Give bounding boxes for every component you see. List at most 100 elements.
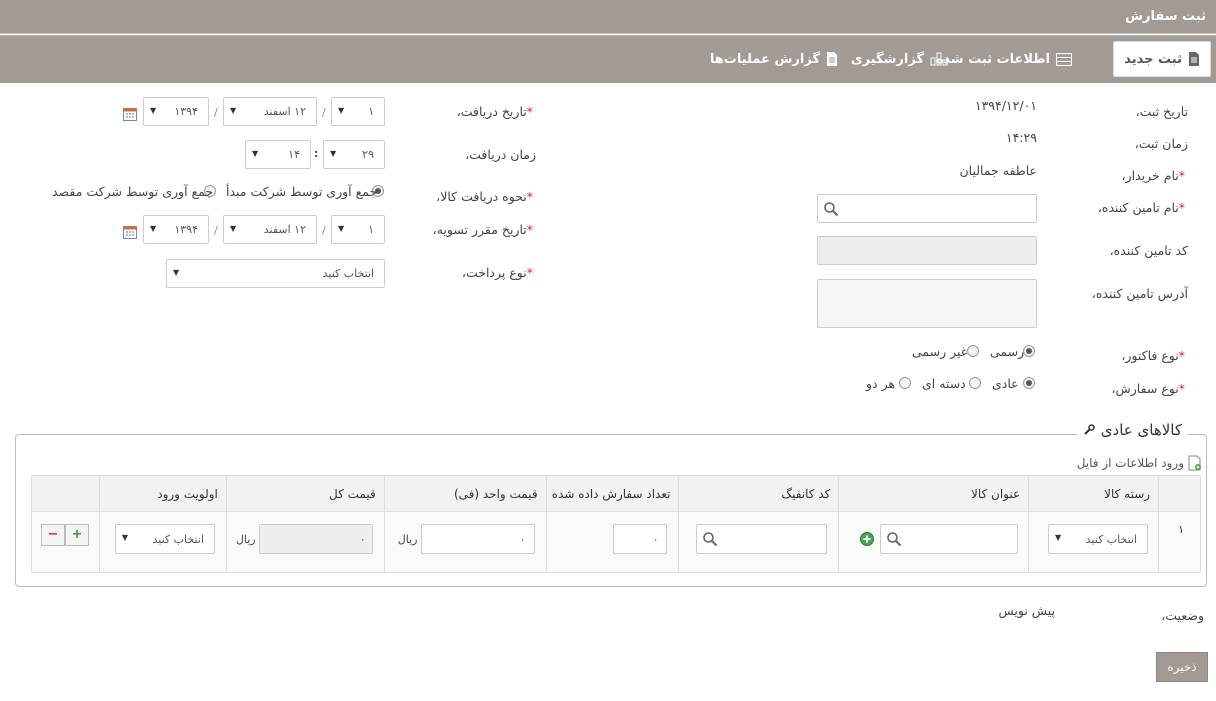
supplier-address-label: آدرس تامین کننده،	[1091, 286, 1188, 301]
total-price-field: ۰	[258, 524, 373, 554]
chevron-down-icon: ▼	[330, 149, 337, 158]
search-icon[interactable]	[823, 201, 839, 217]
invoice-unofficial-radio[interactable]	[967, 345, 979, 357]
receive-date-label: *تاریخ دریافت،	[457, 104, 536, 119]
calendar-icon[interactable]	[123, 225, 137, 239]
category-select[interactable]: انتخاب کنید ▼	[1048, 524, 1149, 554]
toolbar: ثبت جدید اطلاعات ثبت شده گزارشگیری گزارش…	[0, 35, 1216, 83]
config-cell	[678, 511, 840, 573]
required-mark: *	[1178, 168, 1185, 183]
date-separator: /	[322, 106, 326, 119]
chevron-down-icon: ▼	[150, 224, 157, 233]
new-order-button[interactable]: ثبت جدید	[1113, 41, 1211, 77]
receive-date-label-text: تاریخ دریافت،	[456, 104, 527, 119]
supplier-code-field	[817, 236, 1037, 265]
total-cell: ۰ ریال	[225, 511, 385, 573]
receive-month-select[interactable]: ۱۲ اسفند ▼	[223, 97, 317, 126]
wrench-icon[interactable]	[1083, 424, 1095, 436]
settle-date-label-text: تاریخ مقرر تسویه،	[432, 222, 527, 237]
col-category-header: رسته کالا	[1028, 475, 1160, 512]
receive-day-value: ۱	[368, 105, 374, 118]
payment-type-label-text: نوع پرداخت،	[461, 265, 527, 280]
order-normal-radio[interactable]	[1023, 377, 1035, 389]
reporting-button[interactable]: گزارشگیری	[841, 41, 958, 77]
add-circle-icon[interactable]	[860, 532, 875, 546]
buyer-label-text: نام خریدار،	[1121, 168, 1179, 183]
supplier-code-label: کد تامین کننده،	[1109, 243, 1188, 258]
goods-title-input[interactable]	[880, 524, 1019, 554]
actions-cell: + −	[31, 511, 100, 573]
goods-legend: کالاهای عادی	[1076, 421, 1188, 439]
config-code-input[interactable]	[696, 524, 828, 554]
payment-type-value: انتخاب کنید	[322, 267, 374, 280]
priority-select[interactable]: انتخاب کنید ▼	[114, 524, 215, 554]
document-icon	[1189, 52, 1199, 66]
qty-cell: ۰	[545, 511, 680, 573]
settle-year-select[interactable]: ۱۳۹۴ ▼	[143, 215, 209, 244]
category-cell: انتخاب کنید ▼	[1028, 511, 1160, 573]
goods-title: کالاهای عادی	[1100, 421, 1182, 439]
order-type-label: *نوع سفارش،	[1111, 381, 1188, 396]
search-icon[interactable]	[702, 531, 718, 547]
supplier-name-label: *نام تامین کننده،	[1098, 200, 1188, 215]
chevron-down-icon: ▼	[150, 106, 157, 115]
receive-day-select[interactable]: ۱ ▼	[331, 97, 385, 126]
buyer-label: *نام خریدار،	[1122, 168, 1188, 183]
settle-date-label: *تاریخ مقرر تسویه،	[433, 222, 536, 237]
invoice-type-label-text: نوع فاکتور،	[1121, 348, 1179, 363]
ops-report-button[interactable]: گزارش عملیات‌ها	[700, 41, 848, 77]
search-icon[interactable]	[886, 531, 902, 547]
invoice-unofficial-label: غیر رسمی	[912, 344, 968, 359]
receive-hour-select[interactable]: ۱۴ ▼	[245, 140, 311, 169]
col-config-header: کد کانفیگ	[678, 475, 840, 512]
remove-row-button[interactable]: −	[41, 524, 65, 546]
invoice-official-label: رسمی	[990, 344, 1025, 359]
unit-price-value: ۰	[519, 533, 526, 546]
receive-time-label: زمان دریافت،	[465, 147, 536, 162]
unit-price-input[interactable]: ۰	[420, 524, 535, 554]
chevron-down-icon: ▼	[230, 224, 237, 233]
list-icon	[1056, 52, 1072, 66]
required-mark: *	[1178, 381, 1185, 396]
col-index-header	[1158, 475, 1201, 512]
time-separator: :	[314, 147, 319, 160]
chevron-down-icon: ▼	[338, 106, 345, 115]
calendar-icon[interactable]	[123, 107, 137, 121]
chevron-down-icon: ▼	[338, 224, 345, 233]
order-both-label: هر دو	[866, 376, 896, 391]
order-type-label-text: نوع سفارش،	[1111, 381, 1179, 396]
receive-year-select[interactable]: ۱۳۹۴ ▼	[143, 97, 209, 126]
col-priority-header: اولویت ورود	[99, 475, 227, 512]
qty-input[interactable]: ۰	[613, 524, 668, 554]
status-label: وضعیت،	[1161, 608, 1204, 623]
col-title-header: عنوان کالا	[838, 475, 1030, 512]
settle-day-select[interactable]: ۱ ▼	[331, 215, 385, 244]
supplier-address-textarea[interactable]	[817, 279, 1037, 328]
table-row: ۱ انتخاب کنید ▼ ۰ ۰ ریال ۰ ریال انتخاب ک…	[31, 511, 1201, 573]
add-row-button[interactable]: +	[65, 524, 89, 546]
total-price-currency: ریال	[235, 533, 256, 546]
file-import-link[interactable]: ورود اطلاعات از فایل	[1077, 455, 1202, 471]
date-separator: /	[214, 224, 218, 237]
chevron-down-icon: ▼	[252, 149, 259, 158]
buyer-value: عاطفه جمالیان	[959, 163, 1037, 178]
title-bar: ثبت سفارش	[0, 0, 1216, 34]
order-both-radio[interactable]	[899, 377, 911, 389]
invoice-type-label: *نوع فاکتور،	[1121, 348, 1188, 363]
col-unit-price-header: قیمت واحد (فی)	[383, 475, 547, 512]
payment-type-select[interactable]: انتخاب کنید ▼	[166, 259, 385, 288]
required-mark: *	[526, 222, 533, 237]
title-cell	[838, 511, 1030, 573]
settle-month-select[interactable]: ۱۲ اسفند ▼	[223, 215, 317, 244]
minus-icon: −	[47, 527, 59, 542]
invoice-official-radio[interactable]	[1023, 345, 1035, 357]
order-batch-radio[interactable]	[969, 377, 981, 389]
document-icon	[827, 52, 837, 66]
supplier-name-input[interactable]	[817, 194, 1037, 223]
col-total-header: قیمت کل	[225, 475, 385, 512]
required-mark: *	[1178, 200, 1185, 215]
order-batch-label: دسته ای	[922, 376, 966, 391]
receive-origin-label: جمع آوری توسط شرکت مبدأ	[226, 184, 378, 199]
save-button[interactable]: ذخیره	[1156, 652, 1208, 682]
receive-minute-select[interactable]: ۲۹ ▼	[323, 140, 385, 169]
